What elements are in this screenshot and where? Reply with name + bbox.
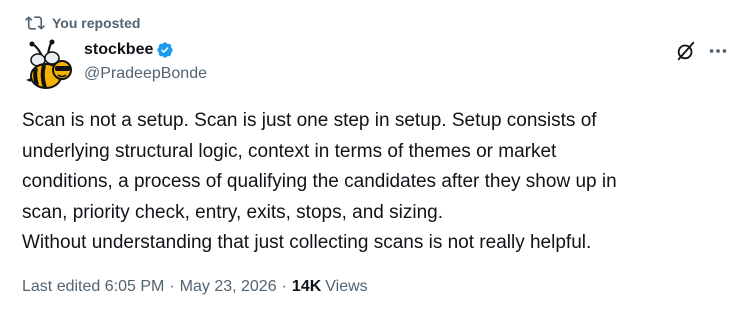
views-label: Views — [325, 278, 368, 295]
grok-icon[interactable] — [675, 40, 697, 62]
tweet-line: Scan is not a setup. Scan is just one st… — [22, 110, 597, 131]
verified-badge-icon — [157, 42, 174, 58]
tweet-meta: Last edited 6:05 PM · May 23, 2026 · 14K… — [22, 278, 368, 296]
tweet-line: scan, priority check, entry, exits, stop… — [22, 201, 443, 223]
tweet-line: Without understanding that just collecti… — [22, 232, 592, 253]
views-count[interactable]: 14K — [292, 278, 321, 296]
author-name[interactable]: stockbee — [84, 41, 153, 59]
repost-header[interactable]: You reposted — [25, 12, 141, 34]
tweet-line: underlying structural logic, context in … — [22, 140, 557, 162]
meta-separator: · — [169, 278, 175, 295]
tweet-line: conditions, a process of qualifying the … — [22, 171, 617, 192]
repost-icon — [25, 16, 45, 30]
meta-separator: · — [281, 278, 287, 295]
repost-label: You reposted — [52, 15, 141, 31]
author-handle[interactable]: @PradeepBonde — [84, 65, 207, 83]
edited-timestamp[interactable]: Last edited 6:05 PM — [22, 278, 164, 296]
more-icon[interactable] — [707, 40, 729, 62]
tweet-text: Scan is not a setup. Scan is just one st… — [22, 106, 734, 259]
tweet-date[interactable]: May 23, 2026 — [180, 278, 277, 296]
avatar[interactable] — [22, 38, 76, 92]
